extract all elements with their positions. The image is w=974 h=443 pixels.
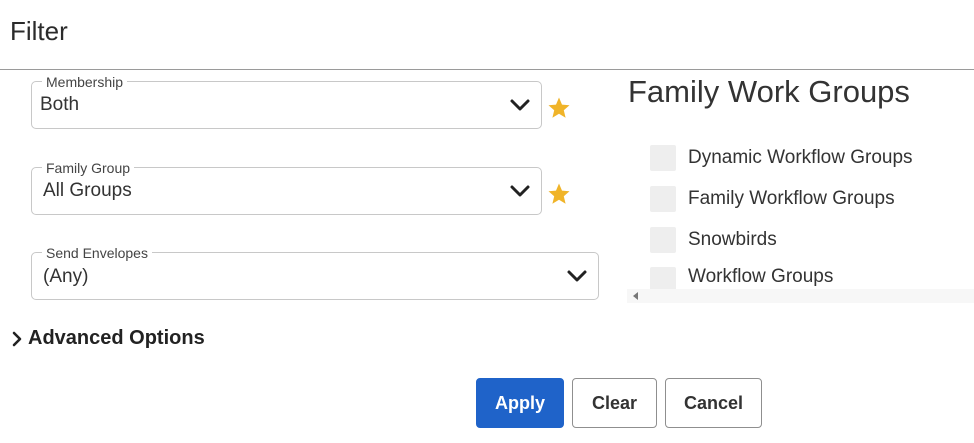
checkbox-snowbirds[interactable]: Snowbirds bbox=[650, 226, 777, 254]
advanced-options-label: Advanced Options bbox=[28, 327, 205, 349]
chevron-down-icon bbox=[567, 270, 587, 282]
header-divider bbox=[0, 69, 974, 70]
chevron-right-icon bbox=[12, 331, 22, 346]
cancel-button[interactable]: Cancel bbox=[665, 378, 762, 428]
apply-button[interactable]: Apply bbox=[476, 378, 564, 428]
chevron-down-icon bbox=[510, 99, 530, 111]
family-group-select[interactable]: Family Group All Groups bbox=[31, 160, 542, 215]
membership-value: Both bbox=[40, 94, 80, 115]
send-envelopes-select[interactable]: Send Envelopes (Any) bbox=[31, 245, 599, 300]
send-envelopes-label: Send Envelopes bbox=[42, 245, 152, 261]
checkbox-workflow-groups[interactable]: Workflow Groups bbox=[650, 264, 833, 289]
checkbox-label: Snowbirds bbox=[688, 229, 777, 250]
advanced-options-toggle[interactable]: Advanced Options bbox=[10, 327, 205, 350]
star-icon[interactable] bbox=[547, 182, 571, 206]
checkbox-label: Workflow Groups bbox=[688, 265, 834, 287]
membership-label: Membership bbox=[42, 74, 128, 90]
family-work-groups-title: Family Work Groups bbox=[628, 74, 910, 109]
send-envelopes-value: (Any) bbox=[43, 266, 89, 287]
checkbox-label: Family Workflow Groups bbox=[688, 188, 895, 209]
checkbox-label: Dynamic Workflow Groups bbox=[688, 147, 913, 168]
horizontal-scrollbar[interactable] bbox=[627, 289, 974, 303]
clear-button[interactable]: Clear bbox=[572, 378, 657, 428]
chevron-down-icon bbox=[510, 185, 530, 197]
filter-title: Filter bbox=[10, 16, 68, 46]
checkbox[interactable] bbox=[650, 266, 676, 289]
checkbox[interactable] bbox=[650, 186, 676, 212]
star-icon[interactable] bbox=[547, 96, 571, 120]
checkbox-dynamic-workflow-groups[interactable]: Dynamic Workflow Groups bbox=[650, 144, 913, 172]
checkbox-family-workflow-groups[interactable]: Family Workflow Groups bbox=[650, 185, 895, 213]
membership-select[interactable]: Membership Both bbox=[31, 74, 542, 129]
family-group-value: All Groups bbox=[43, 180, 132, 201]
checkbox[interactable] bbox=[650, 145, 676, 171]
checkbox[interactable] bbox=[650, 227, 676, 253]
scroll-left-arrow-icon[interactable] bbox=[633, 292, 638, 300]
family-group-label: Family Group bbox=[42, 160, 135, 176]
